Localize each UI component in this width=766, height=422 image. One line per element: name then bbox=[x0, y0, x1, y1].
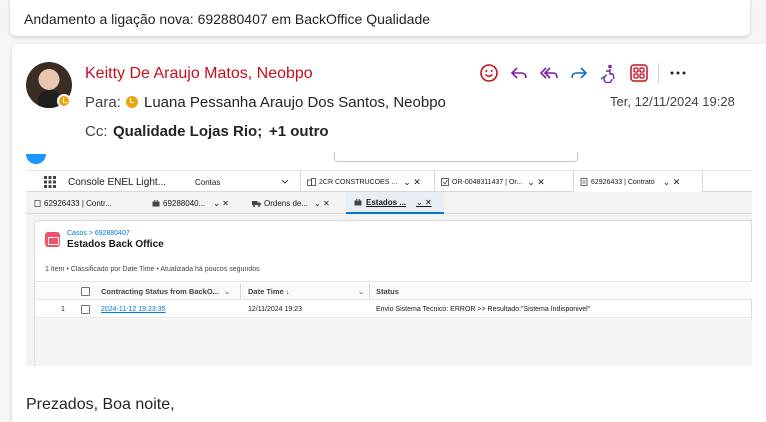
table-row: 1 2024-11-12 19:23:35 12/11/2024 19:23 E… bbox=[35, 300, 752, 318]
column-divider bbox=[240, 284, 241, 299]
contract-icon bbox=[580, 178, 588, 186]
sf-tab-label: Contas bbox=[195, 177, 221, 187]
sf-primary-tabs: Console ENEL Light... Contas 2CR CONSTRU… bbox=[26, 170, 752, 193]
reply-all-icon bbox=[539, 67, 558, 79]
apps-icon bbox=[630, 64, 648, 82]
sender-presence-icon bbox=[57, 94, 71, 108]
sf-tab: 2CR CONSTRUCOES ... ⌄ ✕ bbox=[300, 171, 434, 193]
sf-tab-close-icon: ⌄ ✕ bbox=[662, 176, 681, 187]
sf-tab-active: 62926433 | Contrato ⌄ ✕ bbox=[573, 171, 703, 193]
sf-subtab: 69288040... ⌄ ✕ bbox=[148, 192, 256, 214]
sf-search-box bbox=[334, 152, 578, 162]
order-icon bbox=[441, 178, 449, 186]
column-header: Date Time ↓ bbox=[248, 287, 290, 296]
panel-empty-area bbox=[35, 319, 752, 366]
sf-tab-label: 2CR CONSTRUCOES ... bbox=[319, 178, 398, 186]
sf-sub-tabs: 62926433 | Contr... 69288040... ⌄ ✕ Orde… bbox=[26, 192, 752, 214]
emoji-button[interactable] bbox=[474, 60, 504, 86]
contract-icon bbox=[34, 199, 41, 207]
cc-label: Cc: bbox=[85, 123, 108, 140]
recipient-name[interactable]: Luana Pessanha Araujo Dos Santos, Neobpo bbox=[144, 94, 446, 111]
sf-subtab-close-icon: ⌄ ✕ bbox=[314, 198, 330, 208]
related-list-panel: Casos > 692880407 Estados Back Office 1 … bbox=[34, 220, 752, 366]
to-label: Para: bbox=[85, 94, 121, 111]
row-status: Envio Sistema Tecnico: ERROR >> Resultad… bbox=[376, 305, 591, 313]
forward-button[interactable] bbox=[564, 60, 594, 86]
more-actions-button[interactable] bbox=[663, 60, 693, 86]
row-datetime: 12/11/2024 19:23 bbox=[248, 305, 302, 313]
building-icon bbox=[307, 178, 316, 186]
sf-tab-chevron bbox=[281, 171, 301, 193]
sf-tab-close-icon: ⌄ ✕ bbox=[403, 176, 421, 187]
sf-subtab-label: Ordens de... bbox=[264, 198, 309, 208]
sf-tab-label: 62926433 | Contrato bbox=[591, 178, 655, 186]
more-icon bbox=[670, 71, 686, 75]
email-reading-pane: Keitty De Araujo Matos, Neobpo Para: Lua… bbox=[12, 44, 766, 422]
email-date: Ter, 12/11/2024 19:28 bbox=[610, 94, 735, 109]
email-subject: Andamento a ligação nova: 692880407 em B… bbox=[24, 11, 431, 27]
sf-top-bar bbox=[26, 152, 752, 170]
recipient-presence-icon bbox=[126, 96, 138, 108]
sf-app-launcher: Console ENEL Light... bbox=[26, 171, 191, 193]
panel-meta: 1 Item • Classificado por Date Time • At… bbox=[45, 266, 260, 273]
forward-icon bbox=[571, 67, 588, 79]
row-contracting-link: 2024-11-12 19:23:35 bbox=[101, 305, 166, 313]
reply-all-button[interactable] bbox=[534, 60, 564, 86]
cc-more-link[interactable]: +1 outro bbox=[269, 123, 329, 140]
sf-subtab-label: 69288040... bbox=[163, 198, 206, 208]
sf-subtab: Ordens de... ⌄ ✕ bbox=[248, 192, 348, 214]
column-header: Contracting Status from BackO... bbox=[101, 287, 219, 296]
chevron-down-icon: ⌄ bbox=[358, 287, 365, 296]
breadcrumb: Casos > 692880407 bbox=[67, 230, 130, 237]
sf-tab: OR-0048311437 | Or... ⌄ ✕ bbox=[434, 171, 573, 193]
email-actions bbox=[474, 60, 693, 86]
sf-subtab: 62926433 | Contr... bbox=[26, 192, 126, 214]
salesforce-cloud-icon bbox=[26, 154, 46, 164]
reply-icon bbox=[510, 67, 527, 79]
apps-button[interactable] bbox=[624, 60, 654, 86]
row-checkbox bbox=[81, 305, 90, 314]
select-all-checkbox bbox=[81, 287, 90, 296]
sf-subtab-close-icon: ⌄ ✕ bbox=[416, 197, 432, 207]
sf-app-name: Console ENEL Light... bbox=[68, 176, 167, 188]
case-icon bbox=[152, 199, 160, 206]
cc-recipient[interactable]: Qualidade Lojas Rio; bbox=[113, 123, 262, 140]
reply-button[interactable] bbox=[504, 60, 534, 86]
sf-subtab-label: 62926433 | Contr... bbox=[44, 198, 112, 208]
accessibility-button[interactable] bbox=[594, 60, 624, 86]
toolbar-divider bbox=[658, 63, 659, 83]
sf-tab-label: OR-0048311437 | Or... bbox=[452, 178, 523, 186]
sender-name[interactable]: Keitty De Araujo Matos, Neobpo bbox=[85, 65, 313, 83]
sf-tab-close-icon: ⌄ ✕ bbox=[527, 176, 545, 187]
chevron-down-icon bbox=[281, 179, 289, 184]
app-launcher-icon bbox=[44, 176, 56, 188]
column-divider bbox=[369, 284, 370, 299]
emoji-icon bbox=[480, 64, 498, 82]
truck-icon bbox=[252, 200, 261, 207]
panel-title: Estados Back Office bbox=[67, 239, 164, 250]
case-icon bbox=[354, 198, 362, 205]
subject-bar: Andamento a ligação nova: 692880407 em B… bbox=[10, 0, 750, 36]
sf-subtab-label: Estados ... bbox=[366, 197, 407, 207]
sf-subtab-close-icon: ⌄ ✕ bbox=[213, 198, 229, 208]
chevron-down-icon: ⌄ bbox=[224, 287, 231, 296]
embedded-salesforce-screenshot: Console ENEL Light... Contas 2CR CONSTRU… bbox=[26, 152, 752, 366]
table-header: Contracting Status from BackO... ⌄ Date … bbox=[35, 281, 752, 300]
case-icon bbox=[45, 232, 60, 247]
email-body-greeting: Prezados, Boa noite, bbox=[26, 396, 175, 413]
column-header: Status bbox=[376, 287, 399, 296]
sf-subtab-active: Estados ... ⌄ ✕ bbox=[346, 192, 444, 214]
accessibility-icon bbox=[600, 64, 615, 83]
row-number: 1 bbox=[61, 305, 65, 313]
